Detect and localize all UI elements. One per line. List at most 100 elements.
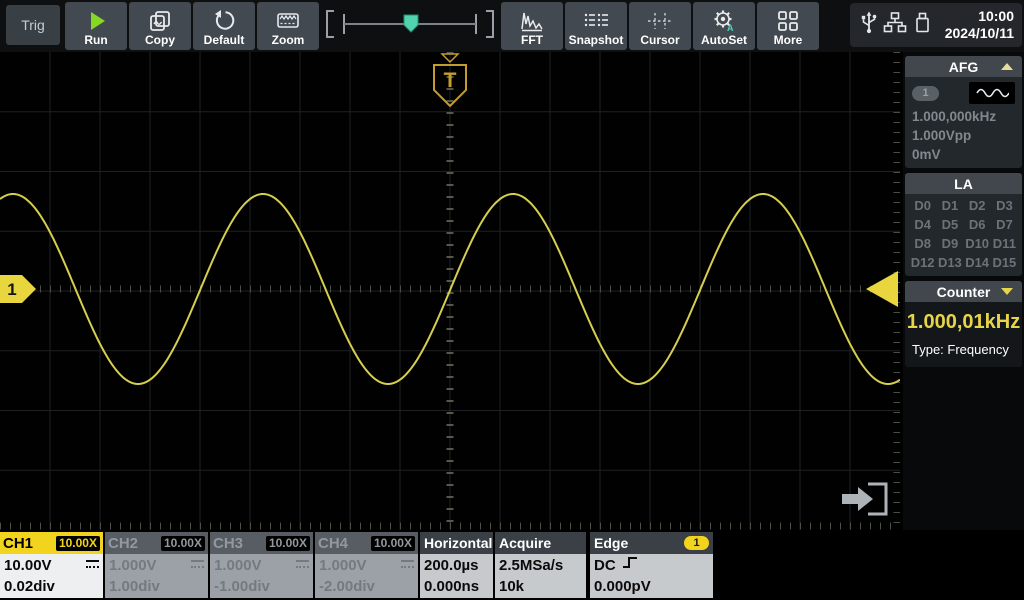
acquire-panel[interactable]: Acquire 2.5MSa/s 10k [495,532,586,598]
channel1-position-marker[interactable]: 1 [0,275,36,303]
slider-thumb[interactable] [404,15,418,32]
svg-text:1: 1 [7,280,16,299]
la-channel-label: D8 [909,236,936,251]
lan-icon [883,11,907,39]
ch2-offset: 1.00div [109,576,160,597]
gear-icon: A [712,7,736,34]
la-channel-label: D3 [991,198,1018,213]
la-channel-label: D14 [964,255,991,270]
autoset-button[interactable]: A AutoSet [693,2,755,50]
snapshot-button[interactable]: Snapshot [565,2,627,50]
trigger-panel[interactable]: Edge 1 DC 0.000pV [590,532,713,598]
dc-coupling-icon [296,560,309,571]
trig-button[interactable]: Trig [6,5,60,45]
svg-text:A: A [727,23,734,33]
la-channel-label: D6 [964,217,991,232]
la-channel-label: D10 [964,236,991,251]
clock-date: 2024/10/11 [945,25,1014,42]
right-sidebar: AFG 1 1.000,000kHz 1.000Vpp 0mV LA D0D1D… [903,52,1024,530]
rising-edge-icon [622,555,638,576]
la-channel-label: D5 [936,217,963,232]
probe-badge: 10.00X [56,536,100,551]
ch3-scale: 1.000V [214,555,262,576]
counter-panel-header[interactable]: Counter [905,281,1022,302]
bottom-status-bar: CH1 10.00X 10.00V 0.02div CH2 10.00X 1.0… [0,530,1024,600]
la-channel-label: D2 [964,198,991,213]
la-channel-label: D1 [936,198,963,213]
la-panel-header[interactable]: LA [905,173,1022,194]
la-grid: D0D1D2D3 D4D5D6D7 D8D9D10D11 D12D13D14D15 [905,194,1022,276]
expand-arrow-icon [1001,288,1013,295]
usb-drive-icon [910,11,934,39]
oscilloscope-screen: { "topbar": { "trig": "Trig", "left_butt… [0,0,1024,600]
sine-icon [969,82,1015,104]
more-button[interactable]: More [757,2,819,50]
la-channel-label: D12 [909,255,936,270]
enter-zone-icon[interactable] [842,484,886,514]
channel3-panel[interactable]: CH3 10.00X 1.000V -1.00div [210,532,313,598]
probe-badge: 10.00X [371,536,415,551]
probe-badge: 10.00X [266,536,310,551]
cursor-crosshair-icon [647,7,673,34]
counter-value: 1.000,01kHz [905,302,1022,342]
counter-panel-body: 1.000,01kHz Type: Frequency [905,302,1022,367]
afg-panel-header[interactable]: AFG [905,56,1022,77]
la-channel-label: D0 [909,198,936,213]
afg-channel-badge: 1 [912,86,939,101]
waveform-display: T 1 [0,52,900,530]
la-panel: LA D0D1D2D3 D4D5D6D7 D8D9D10D11 D12D13D14D1… [905,173,1022,276]
la-channel-label: D15 [991,255,1018,270]
trigger-level-value: 0.000pV [594,576,709,597]
la-channel-label: D13 [936,255,963,270]
afg-amplitude: 1.000Vpp [912,126,1015,145]
trigger-source-badge: 1 [684,536,709,550]
trigger-coupling: DC [594,555,616,576]
collapse-arrow-icon [1001,63,1013,70]
datetime: 10:00 2024/10/11 [945,8,1014,42]
cursor-button[interactable]: Cursor [629,2,691,50]
default-button[interactable]: Default [193,2,255,50]
ch1-offset: 0.02div [4,576,55,597]
zoom-waveform-icon [276,7,300,34]
copy-button[interactable]: Copy [129,2,191,50]
fft-button[interactable]: FFT [501,2,563,50]
ch2-scale: 1.000V [109,555,157,576]
la-channel-label: D11 [991,236,1018,251]
svg-text:T: T [444,69,457,92]
delay-value: 0.000ns [424,576,489,597]
counter-type: Type: Frequency [905,342,1022,367]
afg-offset: 0mV [912,145,1015,164]
la-channel-label: D7 [991,217,1018,232]
dc-coupling-icon [401,560,414,571]
dc-coupling-icon [191,560,204,571]
usb-icon [858,11,880,39]
timebase-value: 200.0µs [424,555,489,576]
memory-depth-value: 10k [499,576,582,597]
run-button[interactable]: Run [65,2,127,50]
clock-time: 10:00 [945,8,1014,25]
trigger-level-marker[interactable] [866,271,898,307]
channel2-panel[interactable]: CH2 10.00X 1.000V 1.00div [105,532,208,598]
channel1-panel[interactable]: CH1 10.00X 10.00V 0.02div [0,532,103,598]
ch4-scale: 1.000V [319,555,367,576]
trig-label: Trig [21,17,45,33]
more-grid-icon [776,7,800,34]
top-toolbar: Trig Run Copy Default Zoom [0,0,1024,52]
la-channel-label: D4 [909,217,936,232]
horizontal-position-slider[interactable] [322,0,498,48]
channel4-panel[interactable]: CH4 10.00X 1.000V -2.00div [315,532,418,598]
play-icon [84,7,108,34]
reset-icon [212,7,236,34]
snapshot-list-icon [583,7,609,34]
zoom-button[interactable]: Zoom [257,2,319,50]
fft-spectrum-icon [520,7,544,34]
probe-badge: 10.00X [161,536,205,551]
horizontal-panel[interactable]: Horizontal 200.0µs 0.000ns [420,532,493,598]
afg-panel: AFG 1 1.000,000kHz 1.000Vpp 0mV [905,56,1022,168]
copy-icon [148,7,172,34]
ch1-scale: 10.00V [4,555,52,576]
afg-frequency: 1.000,000kHz [912,107,1015,126]
la-channel-label: D9 [936,236,963,251]
sample-rate-value: 2.5MSa/s [499,555,582,576]
ch4-offset: -2.00div [319,576,375,597]
